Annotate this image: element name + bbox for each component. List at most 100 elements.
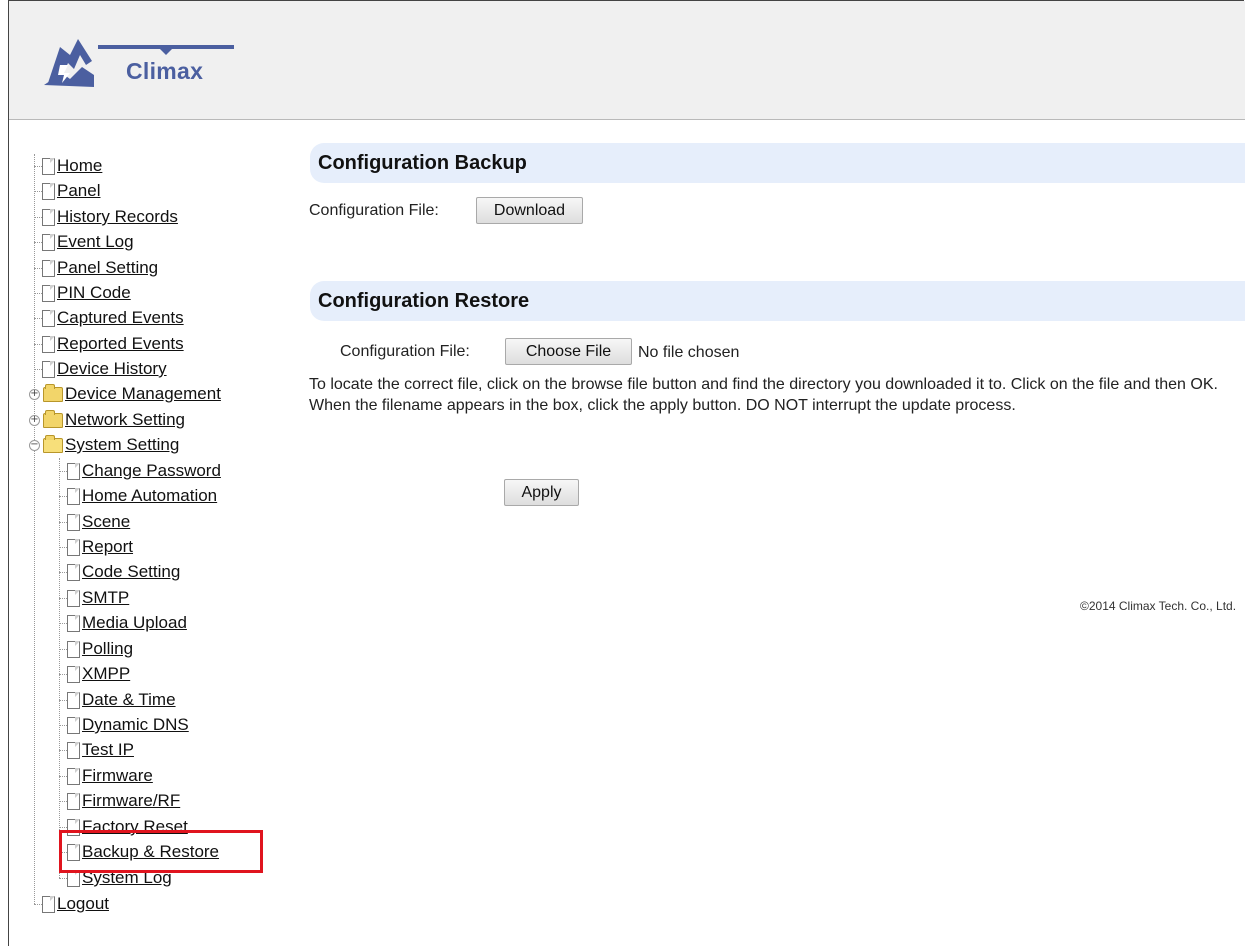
page-icon <box>42 335 55 353</box>
nav-link-polling[interactable]: Polling <box>82 639 133 659</box>
restore-instructions: To locate the correct file, click on the… <box>309 376 1218 414</box>
page-icon <box>42 208 55 226</box>
page-icon <box>67 538 80 556</box>
nav-link-panel[interactable]: Panel <box>57 181 100 201</box>
nav-item-test-ip[interactable]: Test IP <box>67 737 134 763</box>
page-icon <box>42 284 55 302</box>
nav-link-dynamic-dns[interactable]: Dynamic DNS <box>82 715 189 735</box>
nav-link-panel-setting[interactable]: Panel Setting <box>57 258 158 278</box>
nav-link-device-history[interactable]: Device History <box>57 359 167 379</box>
nav-link-system-setting[interactable]: System Setting <box>65 435 179 455</box>
nav-item-xmpp[interactable]: XMPP <box>67 661 130 687</box>
nav-link-smtp[interactable]: SMTP <box>82 588 129 608</box>
page-icon <box>67 462 80 480</box>
apply-button[interactable]: Apply <box>504 479 579 506</box>
choose-file-button[interactable]: Choose File <box>505 338 632 365</box>
nav-link-report[interactable]: Report <box>82 537 133 557</box>
nav-link-xmpp[interactable]: XMPP <box>82 664 130 684</box>
page-icon <box>67 741 80 759</box>
highlight-box <box>59 830 263 873</box>
nav-link-test-ip[interactable]: Test IP <box>82 740 134 760</box>
nav-link-event-log[interactable]: Event Log <box>57 232 134 252</box>
nav-item-logout[interactable]: Logout <box>42 891 109 917</box>
nav-item-dynamic-dns[interactable]: Dynamic DNS <box>67 712 189 738</box>
restore-section-header: Configuration Restore <box>310 281 1245 321</box>
nav-item-system-setting[interactable]: − System Setting <box>29 432 179 458</box>
nav-link-captured-events[interactable]: Captured Events <box>57 308 184 328</box>
page-icon <box>42 157 55 175</box>
folder-icon <box>43 409 63 428</box>
nav-item-scene[interactable]: Scene <box>67 509 130 535</box>
folder-icon <box>43 383 63 402</box>
page-icon <box>42 259 55 277</box>
open-folder-icon <box>43 434 63 453</box>
nav-item-firmware-rf[interactable]: Firmware/RF <box>67 788 180 814</box>
page-icon <box>67 614 80 632</box>
climax-logo[interactable]: Climax <box>40 25 240 101</box>
copyright-footer: ©2014 Climax Tech. Co., Ltd. <box>1080 599 1237 613</box>
page-icon <box>67 513 80 531</box>
page-icon <box>67 563 80 581</box>
nav-item-device-management[interactable]: + Device Management <box>29 381 221 407</box>
nav-item-captured-events[interactable]: Captured Events <box>42 305 184 331</box>
nav-item-panel[interactable]: Panel <box>42 178 100 204</box>
nav-link-date-time[interactable]: Date & Time <box>82 690 176 710</box>
nav-link-change-password[interactable]: Change Password <box>82 461 221 481</box>
collapse-minus-icon[interactable]: − <box>29 439 40 451</box>
page-icon <box>42 182 55 200</box>
expand-plus-icon[interactable]: + <box>29 388 40 400</box>
nav-item-change-password[interactable]: Change Password <box>67 458 221 484</box>
page-icon <box>42 360 55 378</box>
nav-link-history-records[interactable]: History Records <box>57 207 178 227</box>
nav-item-code-setting[interactable]: Code Setting <box>67 559 180 585</box>
restore-title: Configuration Restore <box>318 289 530 312</box>
nav-item-date-time[interactable]: Date & Time <box>67 687 176 713</box>
expand-plus-icon[interactable]: + <box>29 414 40 426</box>
header-bar: Climax <box>9 1 1245 120</box>
nav-link-pin-code[interactable]: PIN Code <box>57 283 131 303</box>
nav-link-code-setting[interactable]: Code Setting <box>82 562 180 582</box>
tree-connector <box>59 458 60 878</box>
restore-file-label: Configuration File: <box>340 343 470 360</box>
nav-item-reported-events[interactable]: Reported Events <box>42 331 184 357</box>
page-icon <box>42 309 55 327</box>
page-icon <box>67 767 80 785</box>
nav-link-firmware-rf[interactable]: Firmware/RF <box>82 791 180 811</box>
nav-link-media-upload[interactable]: Media Upload <box>82 613 187 633</box>
nav-item-network-setting[interactable]: + Network Setting <box>29 407 185 433</box>
nav-link-home-automation[interactable]: Home Automation <box>82 486 217 506</box>
nav-item-history-records[interactable]: History Records <box>42 204 178 230</box>
nav-link-reported-events[interactable]: Reported Events <box>57 334 184 354</box>
nav-link-logout[interactable]: Logout <box>57 894 109 914</box>
nav-item-device-history[interactable]: Device History <box>42 356 167 382</box>
nav-item-panel-setting[interactable]: Panel Setting <box>42 255 158 281</box>
nav-item-event-log[interactable]: Event Log <box>42 229 134 255</box>
page-icon <box>67 691 80 709</box>
page-icon <box>67 589 80 607</box>
no-file-status: No file chosen <box>638 344 740 361</box>
nav-item-pin-code[interactable]: PIN Code <box>42 280 131 306</box>
nav-item-polling[interactable]: Polling <box>67 636 133 662</box>
nav-item-firmware[interactable]: Firmware <box>67 763 153 789</box>
nav-link-network-setting[interactable]: Network Setting <box>65 410 185 430</box>
page-icon <box>42 233 55 251</box>
nav-item-home[interactable]: Home <box>42 153 102 179</box>
download-button[interactable]: Download <box>476 197 583 224</box>
backup-file-label: Configuration File: <box>309 202 439 219</box>
nav-item-media-upload[interactable]: Media Upload <box>67 610 187 636</box>
nav-link-home[interactable]: Home <box>57 156 102 176</box>
nav-link-device-management[interactable]: Device Management <box>65 384 221 404</box>
nav-link-scene[interactable]: Scene <box>82 512 130 532</box>
page-icon <box>67 792 80 810</box>
page-icon <box>67 716 80 734</box>
page-icon <box>67 665 80 683</box>
backup-title: Configuration Backup <box>318 151 527 174</box>
nav-item-home-automation[interactable]: Home Automation <box>67 483 217 509</box>
nav-item-report[interactable]: Report <box>67 534 133 560</box>
nav-link-firmware[interactable]: Firmware <box>82 766 153 786</box>
page-icon <box>67 487 80 505</box>
nav-item-smtp[interactable]: SMTP <box>67 585 129 611</box>
page-icon <box>42 895 55 913</box>
page-icon <box>67 640 80 658</box>
backup-section-header: Configuration Backup <box>310 143 1245 183</box>
